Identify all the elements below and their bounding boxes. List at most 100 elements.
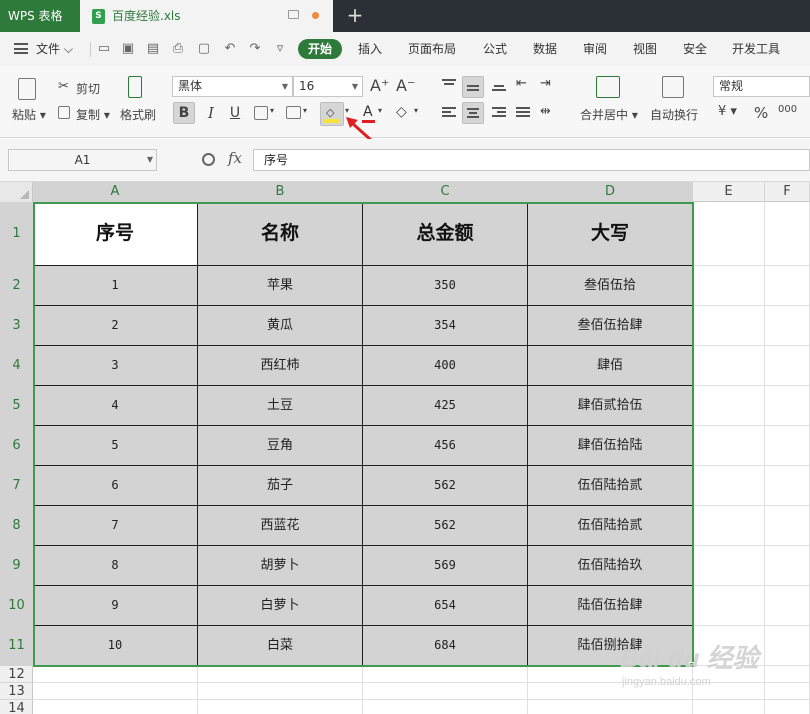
row-header-2[interactable]: 2: [0, 266, 33, 306]
file-menu[interactable]: 文件 ⌵: [36, 32, 73, 66]
paste-button[interactable]: [10, 76, 42, 104]
align-right-button[interactable]: [490, 104, 508, 122]
column-header-b[interactable]: B: [198, 182, 363, 202]
zoom-icon[interactable]: [202, 153, 215, 166]
table-cell[interactable]: 伍佰陆拾贰: [528, 466, 693, 506]
column-header-c[interactable]: C: [363, 182, 528, 202]
row-header-3[interactable]: 3: [0, 306, 33, 346]
tab-data[interactable]: 数据: [533, 32, 557, 66]
row-header-8[interactable]: 8: [0, 506, 33, 546]
tab-start[interactable]: 开始: [298, 39, 343, 59]
table-cell[interactable]: 苹果: [198, 266, 363, 306]
paste-label[interactable]: 粘贴 ▾: [12, 106, 46, 123]
indent-decrease-icon[interactable]: ⇤: [516, 76, 527, 91]
indent-increase-icon[interactable]: ⇥: [540, 76, 551, 91]
table-header-cell[interactable]: 总金额: [363, 202, 528, 266]
distribute-icon[interactable]: ⇹: [540, 104, 551, 119]
table-cell[interactable]: 西蓝花: [198, 506, 363, 546]
chevron-down-icon[interactable]: ▾: [378, 106, 382, 115]
wrap-text-button[interactable]: 自动换行: [650, 106, 698, 123]
table-cell[interactable]: 456: [363, 426, 528, 466]
row-header-1[interactable]: 1: [0, 202, 33, 266]
number-format-select[interactable]: 常规: [713, 76, 810, 97]
align-left-button[interactable]: [440, 104, 458, 122]
table-cell[interactable]: 茄子: [198, 466, 363, 506]
cell-style-icon[interactable]: [286, 106, 301, 119]
table-cell[interactable]: 425: [363, 386, 528, 426]
fill-color-button[interactable]: ◇: [320, 102, 344, 126]
tab-review[interactable]: 审阅: [583, 32, 607, 66]
align-center-button[interactable]: [462, 102, 484, 124]
table-cell[interactable]: 10: [33, 626, 198, 666]
table-cell[interactable]: 654: [363, 586, 528, 626]
table-cell[interactable]: 伍佰陆拾贰: [528, 506, 693, 546]
table-cell[interactable]: 562: [363, 506, 528, 546]
table-cell[interactable]: 562: [363, 466, 528, 506]
app-tab[interactable]: WPS 表格: [0, 0, 80, 32]
table-cell[interactable]: 5: [33, 426, 198, 466]
table-cell[interactable]: 3: [33, 346, 198, 386]
column-header-e[interactable]: E: [693, 182, 765, 202]
save-icon[interactable]: ▣: [120, 41, 136, 57]
table-cell[interactable]: 4: [33, 386, 198, 426]
tab-formula[interactable]: 公式: [483, 32, 507, 66]
print-icon[interactable]: ⎙: [170, 41, 186, 57]
bold-button[interactable]: B: [173, 102, 195, 124]
table-cell[interactable]: 胡萝卜: [198, 546, 363, 586]
tab-security[interactable]: 安全: [683, 32, 707, 66]
table-cell[interactable]: 白菜: [198, 626, 363, 666]
italic-button[interactable]: I: [202, 102, 220, 124]
open-folder-icon[interactable]: ▭: [96, 41, 112, 57]
select-all-corner[interactable]: [0, 182, 33, 202]
eraser-icon[interactable]: ◇: [396, 104, 407, 120]
redo-icon[interactable]: ↷: [247, 41, 263, 57]
table-cell[interactable]: 黄瓜: [198, 306, 363, 346]
wrap-text-icon[interactable]: [662, 76, 684, 98]
table-cell[interactable]: 土豆: [198, 386, 363, 426]
column-header-a[interactable]: A: [33, 182, 198, 202]
merge-center-button[interactable]: 合并居中 ▾: [580, 106, 638, 123]
table-cell[interactable]: 肆佰贰拾伍: [528, 386, 693, 426]
currency-button[interactable]: ¥ ▾: [718, 104, 737, 119]
table-cell[interactable]: 伍佰陆拾玖: [528, 546, 693, 586]
table-cell[interactable]: 9: [33, 586, 198, 626]
row-header-4[interactable]: 4: [0, 346, 33, 386]
table-cell[interactable]: 8: [33, 546, 198, 586]
table-cell[interactable]: 豆角: [198, 426, 363, 466]
table-header-cell[interactable]: 大写: [528, 202, 693, 266]
table-cell[interactable]: 1: [33, 266, 198, 306]
print-preview-icon[interactable]: ▢: [196, 41, 212, 57]
hamburger-icon[interactable]: [14, 43, 28, 54]
table-cell[interactable]: 肆佰: [528, 346, 693, 386]
row-header-11[interactable]: 11: [0, 626, 33, 666]
name-box[interactable]: A1 ▼: [8, 149, 157, 171]
table-cell[interactable]: 6: [33, 466, 198, 506]
document-tab[interactable]: S 百度经验.xls: [80, 0, 333, 32]
format-painter-icon[interactable]: [128, 76, 142, 98]
column-header-d[interactable]: D: [528, 182, 693, 202]
justify-button[interactable]: [514, 104, 532, 122]
table-header-cell[interactable]: 名称: [198, 202, 363, 266]
function-icon[interactable]: fx: [228, 149, 242, 167]
scissors-icon[interactable]: ✂: [58, 79, 69, 94]
tab-insert[interactable]: 插入: [358, 32, 382, 66]
undo-icon[interactable]: ↶: [222, 41, 238, 57]
table-cell[interactable]: 叁佰伍拾: [528, 266, 693, 306]
align-bottom-button[interactable]: [490, 76, 508, 94]
row-header-12[interactable]: 12: [0, 666, 33, 683]
shrink-font-button[interactable]: A⁻: [396, 76, 415, 95]
table-cell[interactable]: 400: [363, 346, 528, 386]
table-cell[interactable]: 7: [33, 506, 198, 546]
tab-page-layout[interactable]: 页面布局: [408, 32, 456, 66]
table-cell[interactable]: 350: [363, 266, 528, 306]
new-tab-button[interactable]: +: [344, 4, 366, 26]
align-middle-button[interactable]: [462, 76, 484, 98]
grow-font-button[interactable]: A⁺: [370, 76, 389, 95]
screen-icon[interactable]: [288, 10, 299, 19]
more-icon[interactable]: ▿: [272, 41, 288, 57]
pdf-icon[interactable]: ▤: [145, 41, 161, 57]
tab-developer[interactable]: 开发工具: [732, 32, 780, 66]
row-header-13[interactable]: 13: [0, 683, 33, 700]
align-top-button[interactable]: [440, 76, 458, 94]
table-cell[interactable]: 354: [363, 306, 528, 346]
